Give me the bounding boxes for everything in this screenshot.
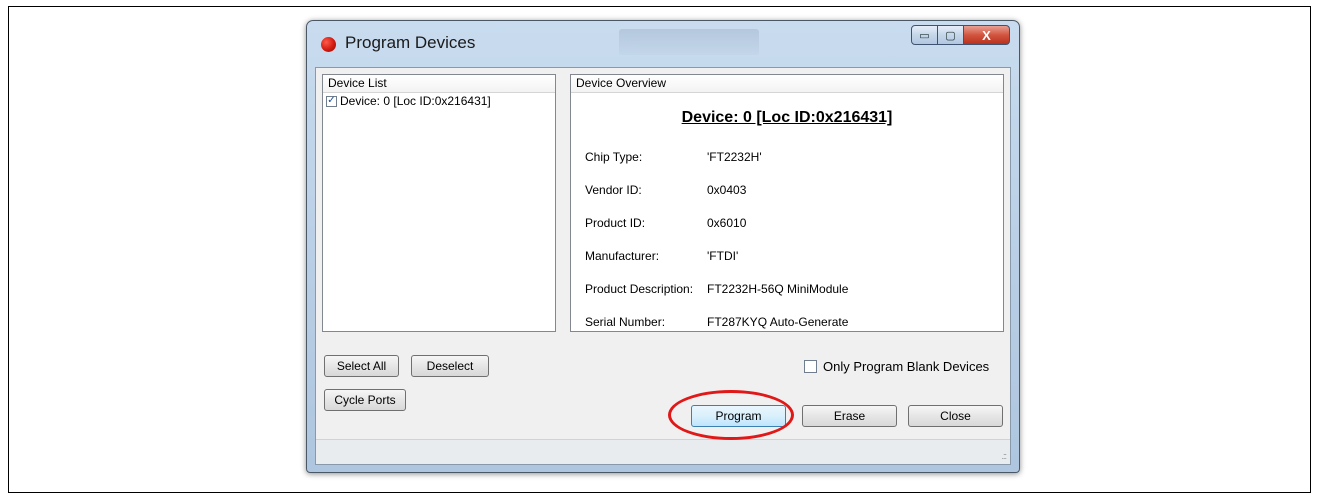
deselect-button[interactable]: Deselect [411, 355, 489, 377]
product-id-value: 0x6010 [707, 216, 747, 230]
device-list-header: Device List [323, 75, 555, 93]
only-blank-devices-label: Only Program Blank Devices [823, 359, 990, 374]
device-list-panel: Device List ✓ Device: 0 [Loc ID:0x216431… [322, 74, 556, 332]
device-overview-panel: Device Overview Device: 0 [Loc ID:0x2164… [570, 74, 1004, 332]
status-bar: .:: [316, 439, 1010, 464]
device-overview-header: Device Overview [571, 75, 1003, 93]
product-description-value: FT2232H-56Q MiniModule [707, 282, 849, 296]
manufacturer-label: Manufacturer: [585, 249, 660, 263]
program-button[interactable]: Program [691, 405, 786, 427]
overview-row-product-id: Product ID: 0x6010 [585, 216, 746, 230]
device-overview-heading: Device: 0 [Loc ID:0x216431] [681, 109, 893, 126]
maximize-icon: ▢ [945, 29, 956, 42]
overview-row-product-description: Product Description: FT2232H-56Q MiniModu… [585, 282, 848, 296]
maximize-button[interactable]: ▢ [938, 25, 964, 45]
overview-row-manufacturer: Manufacturer: 'FTDI' [585, 249, 738, 263]
app-record-icon [321, 37, 336, 52]
chip-type-value: 'FT2232H' [707, 150, 762, 164]
minimize-button[interactable]: ▭ [911, 25, 938, 45]
product-description-label: Product Description: [585, 282, 694, 296]
window-title: Program Devices [345, 33, 476, 52]
chip-type-label: Chip Type: [585, 150, 643, 164]
overview-row-serial-number: Serial Number: FT287KYQ Auto-Generate [585, 315, 848, 329]
overview-row-vendor-id: Vendor ID: 0x0403 [585, 183, 746, 197]
select-all-button[interactable]: Select All [324, 355, 399, 377]
close-icon: X [982, 27, 991, 43]
manufacturer-value: 'FTDI' [707, 249, 739, 263]
overview-row-chip-type: Chip Type: 'FT2232H' [585, 150, 762, 164]
window-controls: ▭ ▢ X [911, 25, 1010, 47]
only-blank-devices-checkbox[interactable] [804, 360, 817, 373]
device-list-item-label: Device: 0 [Loc ID:0x216431] [340, 94, 491, 108]
close-button[interactable]: Close [908, 405, 1003, 427]
cycle-ports-button[interactable]: Cycle Ports [324, 389, 406, 411]
title-bar[interactable]: Program Devices ▭ ▢ X [307, 21, 1019, 67]
product-id-label: Product ID: [585, 216, 646, 230]
dialog-client-area: Device List ✓ Device: 0 [Loc ID:0x216431… [315, 67, 1011, 465]
minimize-icon: ▭ [919, 29, 930, 42]
serial-number-label: Serial Number: [585, 315, 666, 329]
only-blank-devices-option[interactable]: Only Program Blank Devices [804, 359, 989, 374]
resize-grip-icon[interactable]: .:: [1001, 451, 1006, 461]
device-list-item[interactable]: ✓ Device: 0 [Loc ID:0x216431] [323, 93, 555, 109]
vendor-id-label: Vendor ID: [585, 183, 642, 197]
close-window-button[interactable]: X [964, 25, 1010, 45]
erase-button[interactable]: Erase [802, 405, 897, 427]
background-window-ghost [619, 29, 759, 55]
program-devices-window: Program Devices ▭ ▢ X Device List ✓ Devi… [306, 20, 1020, 473]
serial-number-value: FT287KYQ Auto-Generate [707, 315, 849, 329]
device-checkbox[interactable]: ✓ [326, 95, 337, 107]
vendor-id-value: 0x0403 [707, 183, 747, 197]
